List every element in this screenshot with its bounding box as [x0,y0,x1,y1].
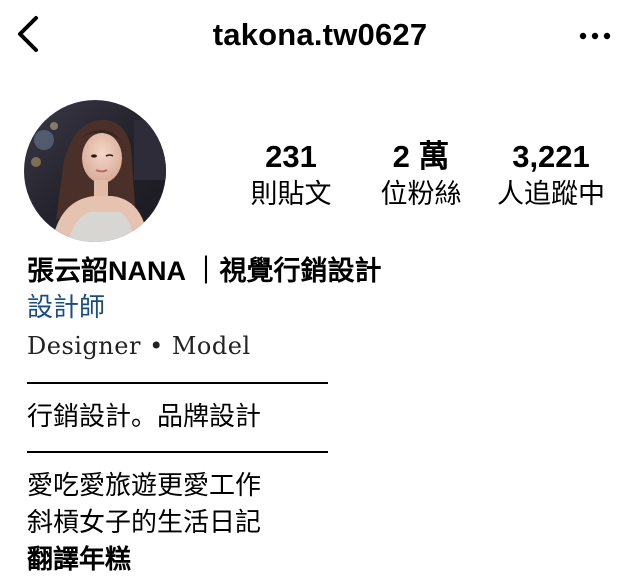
followers-count: 2 萬 [392,139,450,174]
posts-label: 則貼文 [250,179,332,209]
top-navigation-bar: takona.tw0627 [0,0,640,74]
profile-avatar[interactable] [24,100,166,242]
bio-line-interests: 愛吃愛旅遊更愛工作 [27,470,262,500]
posts-count: 231 [265,139,317,174]
profile-bio: 張云韶NANA ｜視覺行銷設計 設計師 Designer • Model 行銷設… [27,254,617,578]
more-horizontal-icon [579,32,611,40]
bio-line-roles: Designer • Model [27,332,251,360]
followers-stat[interactable]: 2 萬 位粉絲 [366,138,476,211]
following-count: 3,221 [512,139,590,174]
followers-label: 位粉絲 [380,179,462,209]
following-label: 人追蹤中 [497,179,605,209]
avatar-photo [24,100,166,242]
category-label: 設計師 [27,292,106,322]
bio-line-services: 行銷設計。品牌設計 [27,401,262,431]
more-options-button[interactable] [578,26,612,46]
bio-line-diary: 斜槓女子的生活日記 [27,507,262,537]
posts-stat[interactable]: 231 則貼文 [236,138,346,211]
following-stat[interactable]: 3,221 人追蹤中 [486,138,616,211]
bio-line-translation[interactable]: 翻譯年糕 [27,541,617,578]
profile-username: takona.tw0627 [212,17,428,52]
profile-stats: 231 則貼文 2 萬 位粉絲 3,221 人追蹤中 [226,138,626,218]
bio-divider [27,382,328,384]
bio-divider [27,451,328,453]
display-name: 張云韶NANA ｜視覺行銷設計 [27,256,382,286]
